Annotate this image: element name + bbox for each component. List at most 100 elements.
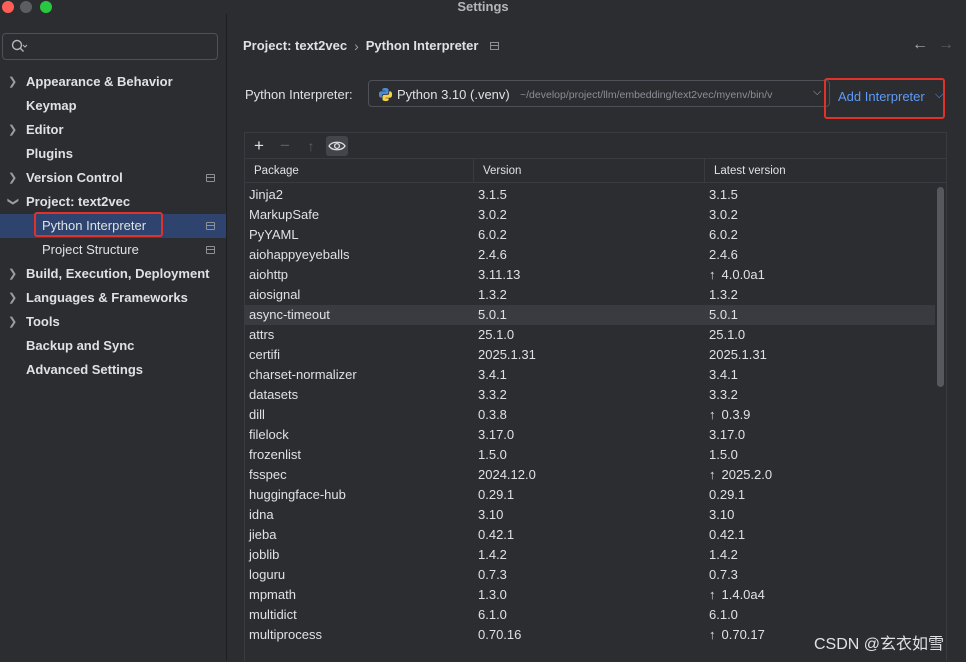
chevron-down-icon[interactable]: ❯ — [1, 197, 25, 207]
sidebar-item-python-interpreter[interactable]: Python Interpreter — [0, 212, 226, 238]
chevron-right-icon[interactable]: ❯ — [8, 262, 18, 286]
table-row[interactable]: jieba 0.42.1 0.42.1 — [245, 525, 935, 545]
table-row[interactable]: frozenlist 1.5.0 1.5.0 — [245, 445, 935, 465]
sidebar-item-version-control[interactable]: ❯ Version Control — [0, 166, 226, 190]
latest-version-text: 3.17.0 — [709, 427, 746, 442]
table-row[interactable]: charset-normalizer 3.4.1 3.4.1 — [245, 365, 935, 385]
breadcrumb-page: Python Interpreter — [365, 38, 479, 54]
vertical-scrollbar[interactable] — [937, 187, 944, 387]
search-input[interactable] — [31, 36, 211, 57]
column-header-latest-version[interactable]: Latest version — [705, 159, 946, 183]
table-row[interactable]: dill 0.3.8 ↑ 0.3.9 — [245, 405, 935, 425]
package-name: huggingface-hub — [249, 487, 346, 502]
package-latest-version: 1.5.0 — [709, 445, 738, 465]
package-version: 3.17.0 — [478, 427, 515, 442]
minus-icon[interactable]: − — [274, 136, 296, 156]
column-header-package[interactable]: Package — [245, 159, 474, 183]
latest-version-text: 2.4.6 — [709, 247, 738, 262]
table-row[interactable]: attrs 25.1.0 25.1.0 — [245, 325, 935, 345]
add-interpreter-button[interactable]: Add Interpreter ⌵ — [824, 78, 945, 119]
arrow-up-icon: ↑ — [709, 467, 716, 482]
settings-sidebar: ❯ Appearance & Behavior Keymap ❯ Editor … — [0, 14, 227, 661]
package-version: 0.7.3 — [478, 567, 507, 582]
latest-version-text: 1.4.2 — [709, 547, 738, 562]
package-latest-version: 0.29.1 — [709, 485, 745, 505]
table-row[interactable]: multidict 6.1.0 6.1.0 — [245, 605, 935, 625]
sidebar-item-backup[interactable]: Backup and Sync — [0, 334, 226, 358]
chevron-right-icon[interactable]: ❯ — [8, 286, 18, 310]
plus-icon[interactable]: + — [248, 136, 270, 156]
sidebar-item-project-structure[interactable]: Project Structure — [0, 238, 226, 262]
package-latest-version: 0.7.3 — [709, 565, 738, 585]
arrow-up-icon: ↑ — [709, 267, 716, 282]
breadcrumb-project[interactable]: Project: text2vec — [243, 38, 347, 53]
sidebar-item-build[interactable]: ❯ Build, Execution, Deployment — [0, 262, 226, 286]
packages-toolbar: + − ↑ — [245, 133, 946, 159]
package-latest-version: 1.4.2 — [709, 545, 738, 565]
table-row[interactable]: idna 3.10 3.10 — [245, 505, 935, 525]
sidebar-item-languages[interactable]: ❯ Languages & Frameworks — [0, 286, 226, 310]
eye-icon[interactable] — [326, 136, 348, 156]
window-title: Settings — [457, 0, 509, 14]
chevron-right-icon[interactable]: ❯ — [8, 70, 18, 94]
package-latest-version: ↑ 4.0.0a1 — [709, 265, 765, 285]
table-row[interactable]: datasets 3.3.2 3.3.2 — [245, 385, 935, 405]
package-latest-version: 3.3.2 — [709, 385, 738, 405]
table-row[interactable]: PyYAML 6.0.2 6.0.2 — [245, 225, 935, 245]
package-name: mpmath — [249, 587, 296, 602]
sidebar-item-appearance[interactable]: ❯ Appearance & Behavior — [0, 70, 226, 94]
package-name: aiohttp — [249, 267, 289, 282]
package-name: async-timeout — [249, 307, 330, 322]
table-row[interactable]: joblib 1.4.2 1.4.2 — [245, 545, 935, 565]
table-row[interactable]: aiohttp 3.11.13 ↑ 4.0.0a1 — [245, 265, 935, 285]
latest-version-text: 2025.2.0 — [721, 467, 773, 482]
package-version: 1.3.2 — [478, 287, 507, 302]
chevron-right-icon[interactable]: ❯ — [8, 166, 18, 190]
table-row[interactable]: mpmath 1.3.0 ↑ 1.4.0a4 — [245, 585, 935, 605]
python-icon — [378, 87, 393, 102]
sidebar-item-keymap[interactable]: Keymap — [0, 94, 226, 118]
package-name: datasets — [249, 387, 299, 402]
sidebar-item-project[interactable]: ❯ Project: text2vec — [0, 190, 226, 214]
packages-table: + − ↑ Package Version Latest version Jin… — [244, 132, 947, 661]
watermark: CSDN @玄衣如雪 — [814, 636, 945, 653]
arrow-up-icon[interactable]: ↑ — [300, 136, 322, 156]
breadcrumb: Project: text2vec › Python Interpreter — [243, 37, 500, 55]
interpreter-select[interactable]: Python 3.10 (.venv) ~/develop/project/ll… — [368, 80, 830, 107]
sidebar-item-plugins[interactable]: Plugins — [0, 142, 226, 166]
table-row[interactable]: MarkupSafe 3.0.2 3.0.2 — [245, 205, 935, 225]
table-row[interactable]: async-timeout 5.0.1 5.0.1 — [245, 305, 935, 325]
package-version: 2024.12.0 — [478, 467, 536, 482]
column-header-version[interactable]: Version — [474, 159, 705, 183]
table-row[interactable]: fsspec 2024.12.0 ↑ 2025.2.0 — [245, 465, 935, 485]
table-body: Jinja2 3.1.5 3.1.5 MarkupSafe 3.0.2 3.0.2 PyYA… — [245, 184, 946, 662]
sidebar-item-advanced[interactable]: Advanced Settings — [0, 358, 226, 382]
table-row[interactable]: huggingface-hub 0.29.1 0.29.1 — [245, 485, 935, 505]
sidebar-item-tools[interactable]: ❯ Tools — [0, 310, 226, 334]
table-row[interactable]: loguru 0.7.3 0.7.3 — [245, 565, 935, 585]
project-level-icon — [206, 246, 215, 254]
table-row[interactable]: filelock 3.17.0 3.17.0 — [245, 425, 935, 445]
package-name: idna — [249, 507, 274, 522]
latest-version-text: 4.0.0a1 — [721, 267, 765, 282]
sidebar-item-editor[interactable]: ❯ Editor — [0, 118, 226, 142]
table-row[interactable]: aiohappyeyeballs 2.4.6 2.4.6 — [245, 245, 935, 265]
package-latest-version: 5.0.1 — [709, 305, 738, 325]
settings-content: Project: text2vec › Python Interpreter ← →… — [228, 14, 966, 661]
table-row[interactable]: Jinja2 3.1.5 3.1.5 — [245, 185, 935, 205]
package-name: attrs — [249, 327, 275, 342]
table-row[interactable]: certifi 2025.1.31 2025.1.31 — [245, 345, 935, 365]
latest-version-text: 1.3.2 — [709, 287, 738, 302]
package-latest-version: 2025.1.31 — [709, 345, 767, 365]
package-name: charset-normalizer — [249, 367, 357, 382]
settings-search[interactable] — [2, 33, 218, 60]
package-version: 5.0.1 — [478, 307, 507, 322]
chevron-right-icon[interactable]: ❯ — [8, 118, 18, 142]
chevron-right-icon[interactable]: ❯ — [8, 310, 18, 334]
package-version: 1.3.0 — [478, 587, 507, 602]
arrow-left-icon[interactable]: ← — [912, 36, 928, 54]
arrow-right-icon[interactable]: → — [938, 36, 954, 54]
table-row[interactable]: aiosignal 1.3.2 1.3.2 — [245, 285, 935, 305]
package-latest-version: 1.3.2 — [709, 285, 738, 305]
chevron-down-icon: ⌵ — [813, 86, 822, 98]
